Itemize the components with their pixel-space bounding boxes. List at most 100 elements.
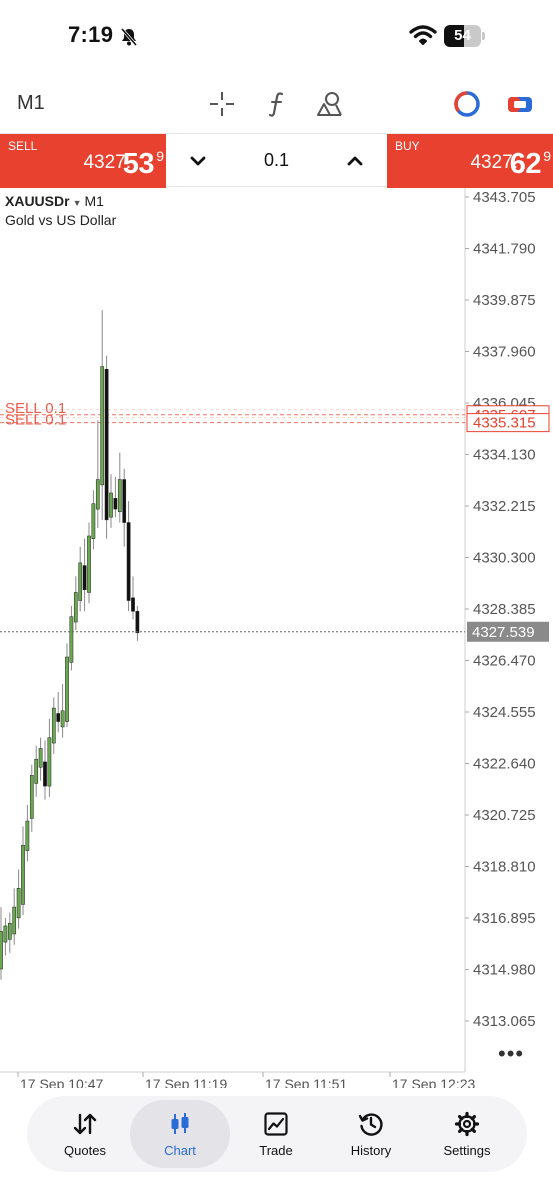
y-tick-label: 4320.725	[473, 807, 536, 824]
chart-symbol: XAUUSDr	[5, 193, 70, 209]
y-tick-label: 4341.790	[473, 241, 536, 258]
candle-body	[117, 479, 122, 513]
y-tick-label: 4330.300	[473, 550, 536, 567]
y-tick-label: 4339.875	[473, 292, 536, 309]
candle-body	[3, 925, 8, 943]
chart-timeframe: M1	[84, 193, 104, 209]
y-tick-label: 4314.980	[473, 962, 536, 979]
nav-history[interactable]: History	[321, 1100, 421, 1168]
timeframe-selector[interactable]: M1	[17, 92, 45, 115]
candle-body	[95, 479, 100, 510]
candle-body	[109, 492, 113, 518]
order-line-label: SELL 0.1	[5, 412, 66, 429]
trade-panel-icon[interactable]	[505, 89, 535, 119]
y-tick-label: 4324.555	[473, 704, 536, 721]
candle-body	[25, 820, 30, 851]
nav-trade[interactable]: Trade	[226, 1100, 326, 1168]
candle-body	[126, 522, 131, 601]
x-tick-label: 17 Sep 11:19	[145, 1076, 227, 1088]
battery-percent: 54	[454, 27, 471, 44]
chart-symbol-description: Gold vs US Dollar	[5, 212, 117, 228]
candle-body	[73, 592, 78, 623]
price-chart[interactable]: 4343.7054341.7904339.8754337.9604336.045…	[0, 188, 553, 1088]
candle-body	[16, 888, 21, 919]
y-tick-label: 4334.130	[473, 447, 536, 464]
candle-body	[47, 737, 52, 787]
chart-symbol-line[interactable]: XAUUSDr ▼ M1	[5, 193, 104, 209]
nav-chart-label: Chart	[164, 1143, 196, 1158]
sell-label: SELL	[8, 139, 38, 153]
order-price-label: 4335.315	[473, 415, 536, 432]
nav-settings-label: Settings	[443, 1143, 491, 1158]
indicators-function-icon[interactable]	[262, 89, 292, 119]
candle-body	[100, 366, 105, 486]
nav-quotes-label: Quotes	[64, 1143, 106, 1158]
quotes-arrows-icon	[73, 1113, 97, 1135]
candle-body	[78, 562, 83, 601]
nav-quotes[interactable]: Quotes	[35, 1100, 135, 1168]
y-tick-label: 4343.705	[473, 189, 536, 206]
status-bar: 7:19 54	[0, 0, 553, 75]
lot-size-control: 0.1	[166, 134, 387, 188]
sell-button[interactable]: SELL 4327. 53 9	[0, 134, 166, 188]
nav-trade-label: Trade	[259, 1143, 293, 1158]
bottom-navigation: Quotes Chart Trade History Settings	[27, 1096, 527, 1172]
buy-button[interactable]: BUY 4327. 62 9	[387, 134, 553, 188]
drawing-objects-icon[interactable]	[314, 89, 344, 119]
sell-price-point: 9	[156, 148, 164, 164]
symbol-caret-down-icon: ▼	[72, 198, 82, 208]
history-clock-icon	[358, 1113, 383, 1136]
sell-price-pips: 53	[122, 148, 155, 180]
candle-body	[12, 906, 17, 935]
one-click-trade-bar: SELL 4327. 53 9 0.1 BUY 4327. 62 9	[0, 133, 553, 188]
candle-body	[56, 713, 61, 722]
candle-body	[87, 535, 91, 593]
candle-body	[122, 479, 127, 523]
candle-body	[34, 758, 39, 784]
candle-body	[104, 368, 109, 521]
candle-body	[91, 503, 96, 539]
candle-body	[65, 656, 69, 722]
status-time: 7:19	[68, 22, 114, 47]
y-tick-label: 4332.215	[473, 498, 536, 515]
nav-chart[interactable]: Chart	[130, 1100, 230, 1168]
buy-price-point: 9	[543, 148, 551, 164]
candle-body	[135, 611, 140, 634]
candle-body	[82, 565, 87, 591]
candle-body	[21, 845, 25, 905]
gear-icon	[454, 1111, 480, 1137]
crosshair-icon[interactable]	[207, 89, 237, 119]
y-tick-label: 4326.470	[473, 653, 536, 670]
nav-settings[interactable]: Settings	[417, 1100, 517, 1168]
trade-chart-icon	[264, 1112, 288, 1136]
chart-toolbar: M1	[0, 78, 553, 130]
y-tick-label: 4316.895	[473, 910, 536, 927]
candle-body	[60, 710, 65, 728]
x-tick-label: 17 Sep 12:23	[392, 1076, 476, 1088]
x-tick-label: 17 Sep 10:47	[20, 1076, 104, 1088]
candle-body	[131, 597, 135, 612]
candle-body	[7, 922, 12, 940]
candle-body	[0, 931, 3, 970]
more-options-icon[interactable]: •••	[498, 1041, 524, 1067]
battery-indicator: 54	[444, 25, 486, 47]
lot-increase-chevron-up-icon[interactable]	[343, 149, 367, 173]
candle-body	[29, 775, 34, 819]
candle-body	[38, 748, 43, 768]
y-tick-label: 4322.640	[473, 756, 536, 773]
candle-body	[69, 616, 74, 663]
y-tick-label: 4337.960	[473, 344, 536, 361]
x-tick-label: 17 Sep 11:51	[265, 1076, 347, 1088]
nav-history-label: History	[350, 1143, 392, 1158]
candle-body	[51, 707, 56, 744]
wifi-icon	[409, 25, 437, 45]
one-click-trading-icon[interactable]	[452, 89, 482, 119]
y-tick-label: 4328.385	[473, 601, 536, 618]
buy-label: BUY	[395, 139, 420, 153]
current-price-label: 4327.539	[472, 624, 535, 641]
y-tick-label: 4313.065	[473, 1013, 536, 1030]
y-tick-label: 4318.810	[473, 859, 536, 876]
bell-muted-icon	[120, 28, 138, 46]
buy-price-pips: 62	[509, 148, 542, 180]
candlestick-icon	[171, 1113, 189, 1134]
